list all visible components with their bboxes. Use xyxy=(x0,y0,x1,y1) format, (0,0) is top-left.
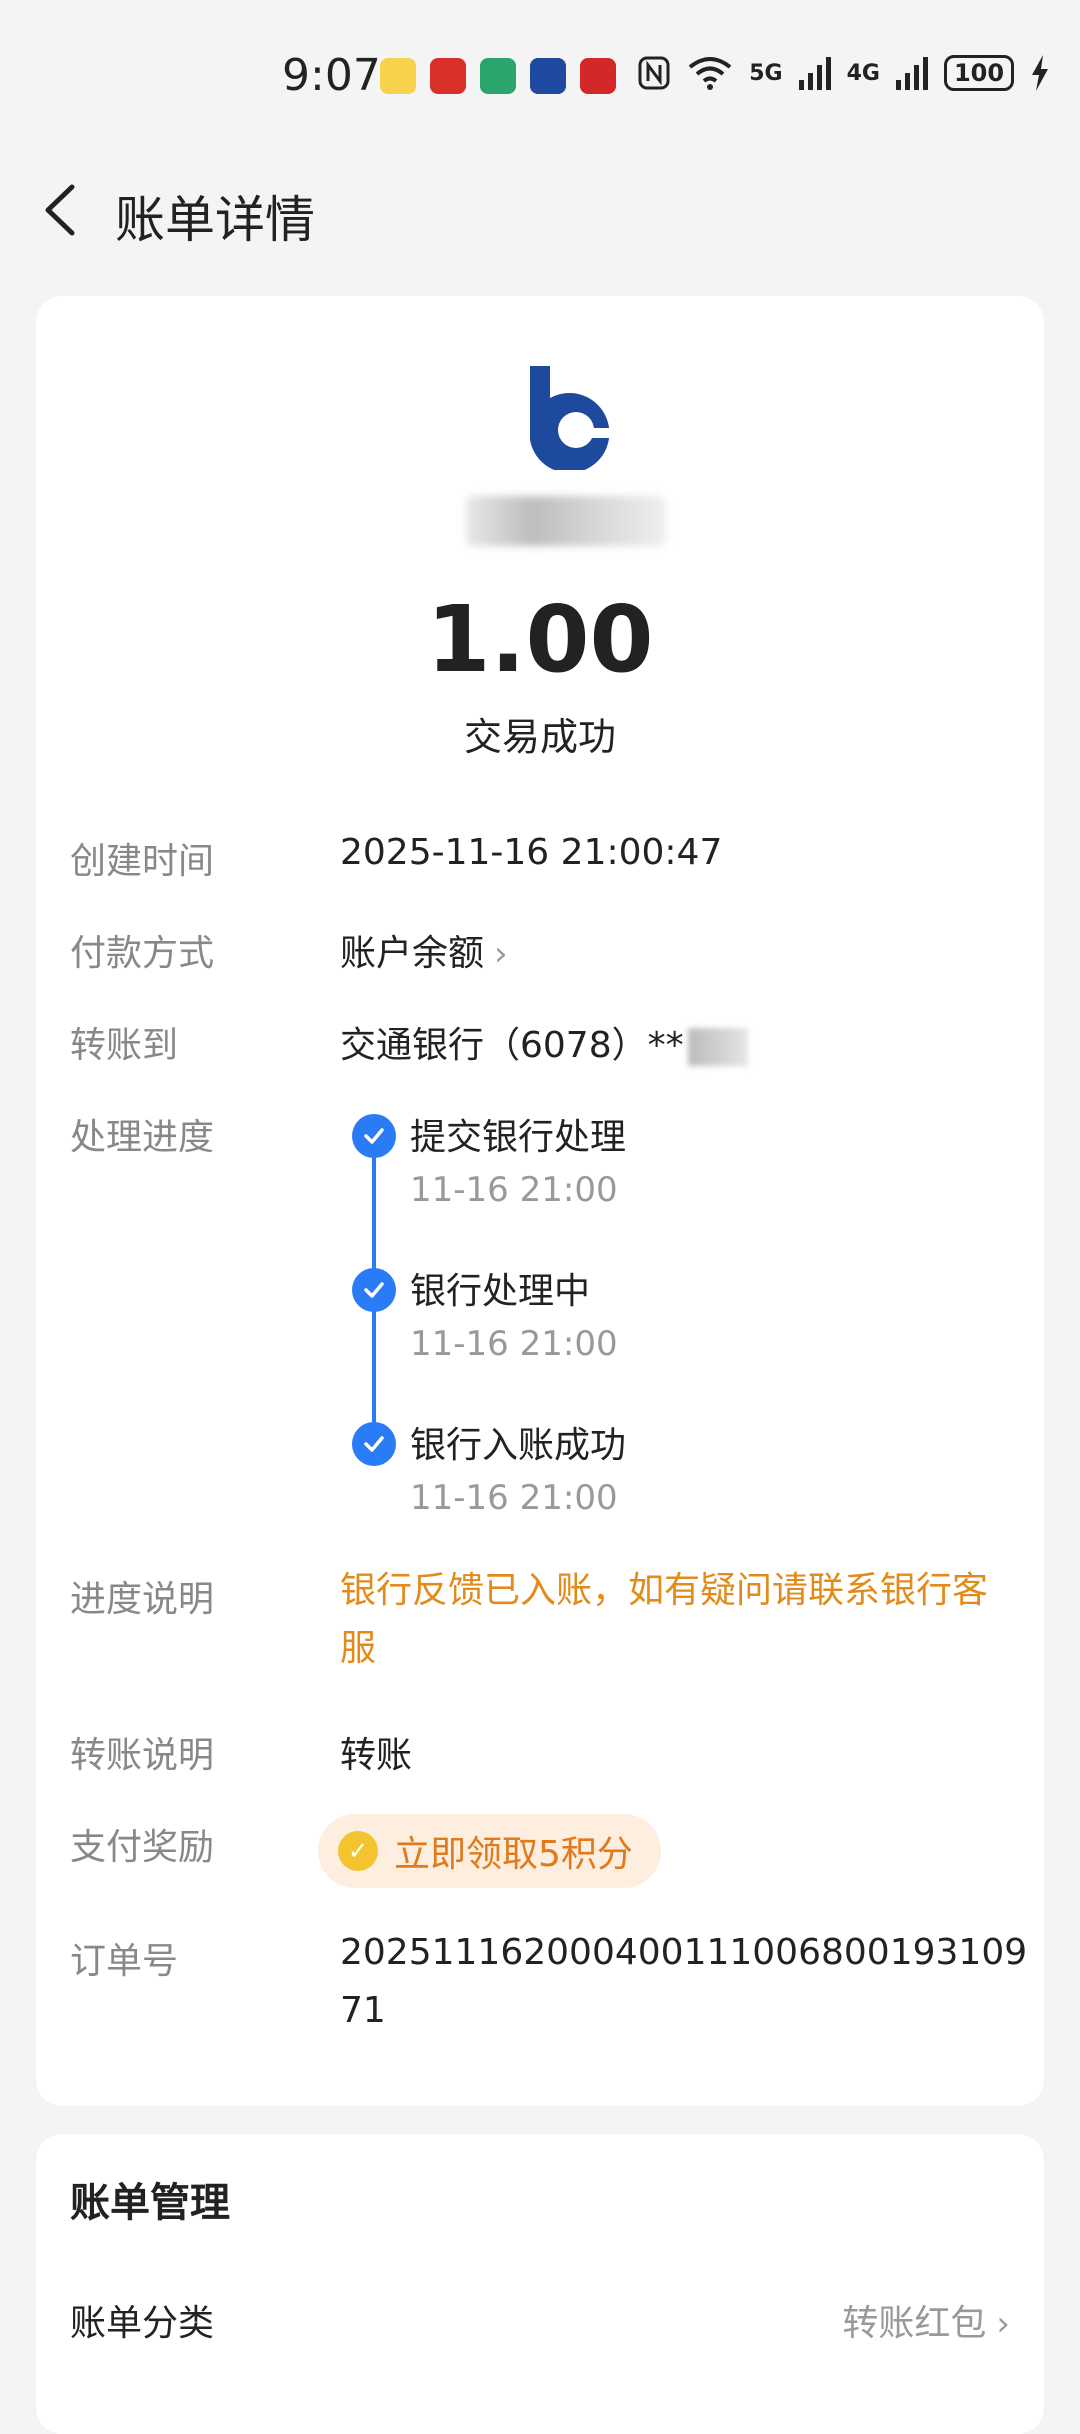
progress-note-label: 进度说明 xyxy=(70,1579,215,1620)
created-time-value: 2025-11-16 21:00:47 xyxy=(340,832,723,873)
chevron-left-icon xyxy=(45,184,75,236)
step-time: 11-16 21:00 xyxy=(410,1324,618,1364)
bill-category-value: 转账红包 xyxy=(842,2303,987,2344)
transfer-to-value-row: 交通银行（6078）** xyxy=(340,1016,748,1068)
charging-icon xyxy=(1032,55,1048,91)
bill-category-label: 账单分类 xyxy=(70,2303,215,2344)
chevron-right-icon: › xyxy=(494,934,508,974)
memo-value: 转账 xyxy=(340,1735,413,1776)
payment-method-value: 账户余额 xyxy=(340,933,485,974)
step-check-icon xyxy=(352,1114,396,1158)
bill-detail-card: 1.00 交易成功 创建时间 2025-11-16 21:00:47 付款方式 … xyxy=(36,296,1044,2106)
step-title: 银行入账成功 xyxy=(410,1425,627,1466)
payee-name-blurred xyxy=(466,496,666,546)
weibo-icon xyxy=(380,58,416,94)
progress-label: 处理进度 xyxy=(70,1117,215,1158)
claim-points-label: 立即领取5积分 xyxy=(394,1834,633,1875)
notification-icons xyxy=(380,58,616,94)
page-header: 账单详情 xyxy=(0,150,1080,270)
step-time: 11-16 21:00 xyxy=(410,1478,618,1518)
order-number-label: 订单号 xyxy=(70,1941,179,1982)
system-icons: 5G 4G 100 xyxy=(637,55,1050,91)
nfc-icon xyxy=(638,56,670,90)
signal-4g-bars-icon xyxy=(896,57,928,90)
status-bar: 9:07 5G 4G 100 xyxy=(0,0,1080,150)
transfer-to-value: 交通银行（6078）** xyxy=(340,1025,684,1066)
progress-note-value: 银行反馈已入账，如有疑问请联系银行客服 xyxy=(340,1570,989,1669)
signal-5g-bars-icon xyxy=(798,57,831,90)
created-time-label: 创建时间 xyxy=(70,841,215,882)
bill-management-title: 账单管理 xyxy=(70,2180,230,2226)
step-check-icon xyxy=(352,1422,396,1466)
bill-category-row[interactable]: 转账红包 › xyxy=(842,2294,1010,2346)
order-number-value: 20251116200040011100680019310971 xyxy=(340,1932,1028,2031)
reward-label: 支付奖励 xyxy=(70,1827,215,1868)
page-title: 账单详情 xyxy=(115,191,315,249)
amount: 1.00 xyxy=(426,586,654,693)
bank-app-icon xyxy=(480,58,516,94)
status-time: 9:07 xyxy=(282,50,381,101)
payment-method-label: 付款方式 xyxy=(70,933,215,974)
bank-logo-icon xyxy=(530,366,632,470)
coin-icon: ✓ xyxy=(338,1831,378,1871)
transaction-status: 交易成功 xyxy=(463,715,616,759)
memo-label: 转账说明 xyxy=(70,1735,215,1776)
bill-management-card: 账单管理 账单分类 转账红包 › xyxy=(36,2134,1044,2434)
back-button[interactable] xyxy=(30,175,100,245)
claim-points-button[interactable]: ✓ 立即领取5积分 xyxy=(318,1814,661,1888)
step-title: 提交银行处理 xyxy=(410,1117,627,1158)
account-blurred xyxy=(687,1028,748,1066)
payment-method-row[interactable]: 账户余额 › xyxy=(340,924,508,976)
transfer-to-label: 转账到 xyxy=(70,1025,179,1066)
step-title: 银行处理中 xyxy=(410,1271,591,1312)
signal-5g-label: 5G xyxy=(749,60,783,86)
chevron-right-icon: › xyxy=(996,2304,1010,2344)
shopping-icon xyxy=(580,58,616,94)
battery-indicator: 100 xyxy=(944,55,1014,91)
bocom-app-icon xyxy=(530,58,566,94)
news-icon xyxy=(430,58,466,94)
wifi-icon xyxy=(689,57,732,90)
signal-4g-label: 4G xyxy=(846,60,880,86)
step-time: 11-16 21:00 xyxy=(410,1170,618,1210)
step-check-icon xyxy=(352,1268,396,1312)
